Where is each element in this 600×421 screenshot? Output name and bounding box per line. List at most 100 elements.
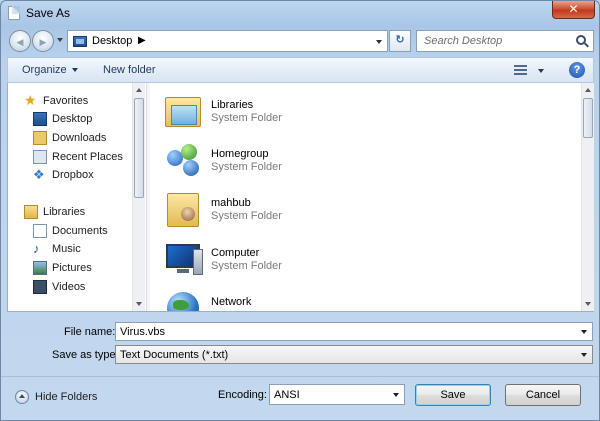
sidebar-item-label: Documents — [52, 225, 108, 237]
sidebar-item-label: Music — [52, 243, 81, 255]
sidebar-item-recent-places[interactable]: Recent Places — [8, 148, 132, 166]
forward-arrow-icon: ▶ — [39, 37, 47, 47]
desktop-icon — [73, 36, 87, 47]
sidebar-item-label: Desktop — [52, 113, 93, 125]
computer-icon — [163, 239, 205, 279]
scroll-up-icon[interactable] — [585, 88, 591, 92]
list-item-libraries[interactable]: Libraries System Folder — [163, 91, 463, 133]
documents-icon — [33, 224, 47, 238]
navigation-scrollbar[interactable] — [132, 83, 145, 311]
sidebar-item-dropbox[interactable]: ❖ Dropbox — [8, 166, 132, 184]
user-folder-icon — [163, 189, 205, 229]
sidebar-item-pictures[interactable]: Pictures — [8, 259, 132, 277]
libraries-folder-icon — [163, 91, 205, 131]
item-type: System Folder — [211, 112, 282, 124]
item-type: System Folder — [211, 161, 282, 173]
scroll-up-icon[interactable] — [136, 88, 142, 92]
list-item-computer[interactable]: Computer System Folder — [163, 239, 463, 281]
scrollbar-thumb[interactable] — [583, 98, 593, 138]
item-name: Computer — [211, 247, 260, 259]
title-bar: Save As ✕ — [1, 1, 599, 25]
encoding-label: Encoding: — [218, 389, 267, 401]
sidebar-item-favorites[interactable]: ★ Favorites — [8, 92, 132, 110]
footer-divider — [1, 376, 599, 377]
sidebar-item-libraries[interactable]: Libraries — [8, 203, 132, 221]
list-item-network[interactable]: Network — [163, 288, 463, 311]
help-icon[interactable]: ? — [569, 62, 585, 78]
pane-splitter[interactable] — [146, 83, 150, 311]
sidebar-item-label: Favorites — [43, 95, 89, 107]
search-input[interactable]: Search Desktop — [424, 35, 502, 47]
chevron-down-icon[interactable] — [581, 330, 587, 334]
item-type: System Folder — [211, 210, 282, 222]
encoding-value: ANSI — [274, 389, 300, 401]
new-folder-button[interactable]: New folder — [103, 64, 156, 76]
scroll-down-icon[interactable] — [585, 302, 591, 306]
file-name-input[interactable]: Virus.vbs — [120, 326, 165, 338]
search-icon[interactable] — [576, 35, 586, 45]
search-box[interactable]: Search Desktop — [416, 30, 594, 52]
encoding-select[interactable]: ANSI — [269, 384, 405, 405]
sidebar-item-label: Pictures — [52, 262, 92, 274]
refresh-button[interactable]: ↻ — [389, 30, 411, 52]
recent-locations-dropdown[interactable] — [57, 38, 63, 42]
save-as-type-label: Save as type: — [52, 349, 119, 361]
save-as-type-value: Text Documents (*.txt) — [120, 349, 229, 361]
address-dropdown-icon[interactable] — [376, 40, 382, 44]
sidebar-item-label: Dropbox — [52, 169, 94, 181]
file-list: Libraries System Folder Homegroup System… — [151, 83, 581, 311]
scrollbar-thumb[interactable] — [134, 98, 144, 198]
back-button[interactable]: ◀ — [9, 30, 31, 52]
chevron-down-icon[interactable] — [581, 353, 587, 357]
recent-places-icon — [33, 150, 47, 164]
navigation-pane: ★ Favorites Desktop Downloads Recent Pla… — [8, 83, 146, 311]
command-toolbar: Organize New folder ? — [7, 57, 594, 83]
sidebar-item-documents[interactable]: Documents — [8, 222, 132, 240]
sidebar-item-desktop[interactable]: Desktop — [8, 110, 132, 128]
music-icon: ♪ — [33, 241, 40, 256]
close-button[interactable]: ✕ — [552, 1, 595, 19]
address-location[interactable]: Desktop — [92, 35, 132, 47]
change-view-icon[interactable] — [514, 64, 527, 76]
item-name: Libraries — [211, 99, 254, 111]
chevron-down-icon[interactable] — [393, 393, 399, 397]
address-bar[interactable]: Desktop ▶ — [67, 30, 388, 52]
window-title: Save As — [26, 6, 71, 20]
list-item-mahbub[interactable]: mahbub System Folder — [163, 189, 463, 231]
sidebar-item-music[interactable]: ♪ Music — [8, 240, 132, 258]
refresh-icon: ↻ — [395, 34, 405, 46]
hide-folders-label: Hide Folders — [35, 391, 98, 403]
pictures-icon — [33, 261, 47, 275]
sidebar-item-videos[interactable]: Videos — [8, 278, 132, 296]
file-name-field[interactable]: Virus.vbs — [115, 322, 593, 341]
item-name: mahbub — [211, 197, 251, 209]
desktop-icon — [33, 112, 47, 126]
browser-area: ★ Favorites Desktop Downloads Recent Pla… — [7, 83, 594, 312]
file-name-label: File name: — [64, 326, 116, 338]
collapse-up-icon — [15, 390, 29, 404]
network-icon — [163, 288, 205, 311]
cancel-button[interactable]: Cancel — [505, 384, 581, 406]
list-item-homegroup[interactable]: Homegroup System Folder — [163, 140, 463, 182]
sidebar-item-label: Recent Places — [52, 151, 123, 163]
item-name: Homegroup — [211, 148, 269, 160]
save-as-type-select[interactable]: Text Documents (*.txt) — [115, 345, 593, 364]
downloads-icon — [33, 131, 47, 145]
sidebar-item-downloads[interactable]: Downloads — [8, 129, 132, 147]
organize-label: Organize — [22, 64, 67, 76]
address-chevron-icon[interactable]: ▶ — [138, 35, 146, 46]
save-as-dialog: Save As ✕ ◀ ▶ Desktop ▶ ↻ Search Desktop… — [0, 0, 600, 421]
back-arrow-icon: ◀ — [16, 37, 24, 47]
scroll-down-icon[interactable] — [136, 302, 142, 306]
sidebar-item-label: Videos — [52, 281, 86, 293]
save-button[interactable]: Save — [415, 384, 491, 406]
file-list-scrollbar[interactable] — [581, 83, 594, 311]
organize-button[interactable]: Organize — [22, 64, 78, 76]
dropbox-icon: ❖ — [33, 167, 45, 182]
chevron-down-icon — [71, 68, 78, 73]
sidebar-item-label: Downloads — [52, 132, 107, 144]
forward-button[interactable]: ▶ — [32, 30, 54, 52]
view-options-dropdown-icon[interactable] — [538, 69, 544, 73]
star-icon: ★ — [24, 92, 37, 108]
item-type: System Folder — [211, 260, 282, 272]
